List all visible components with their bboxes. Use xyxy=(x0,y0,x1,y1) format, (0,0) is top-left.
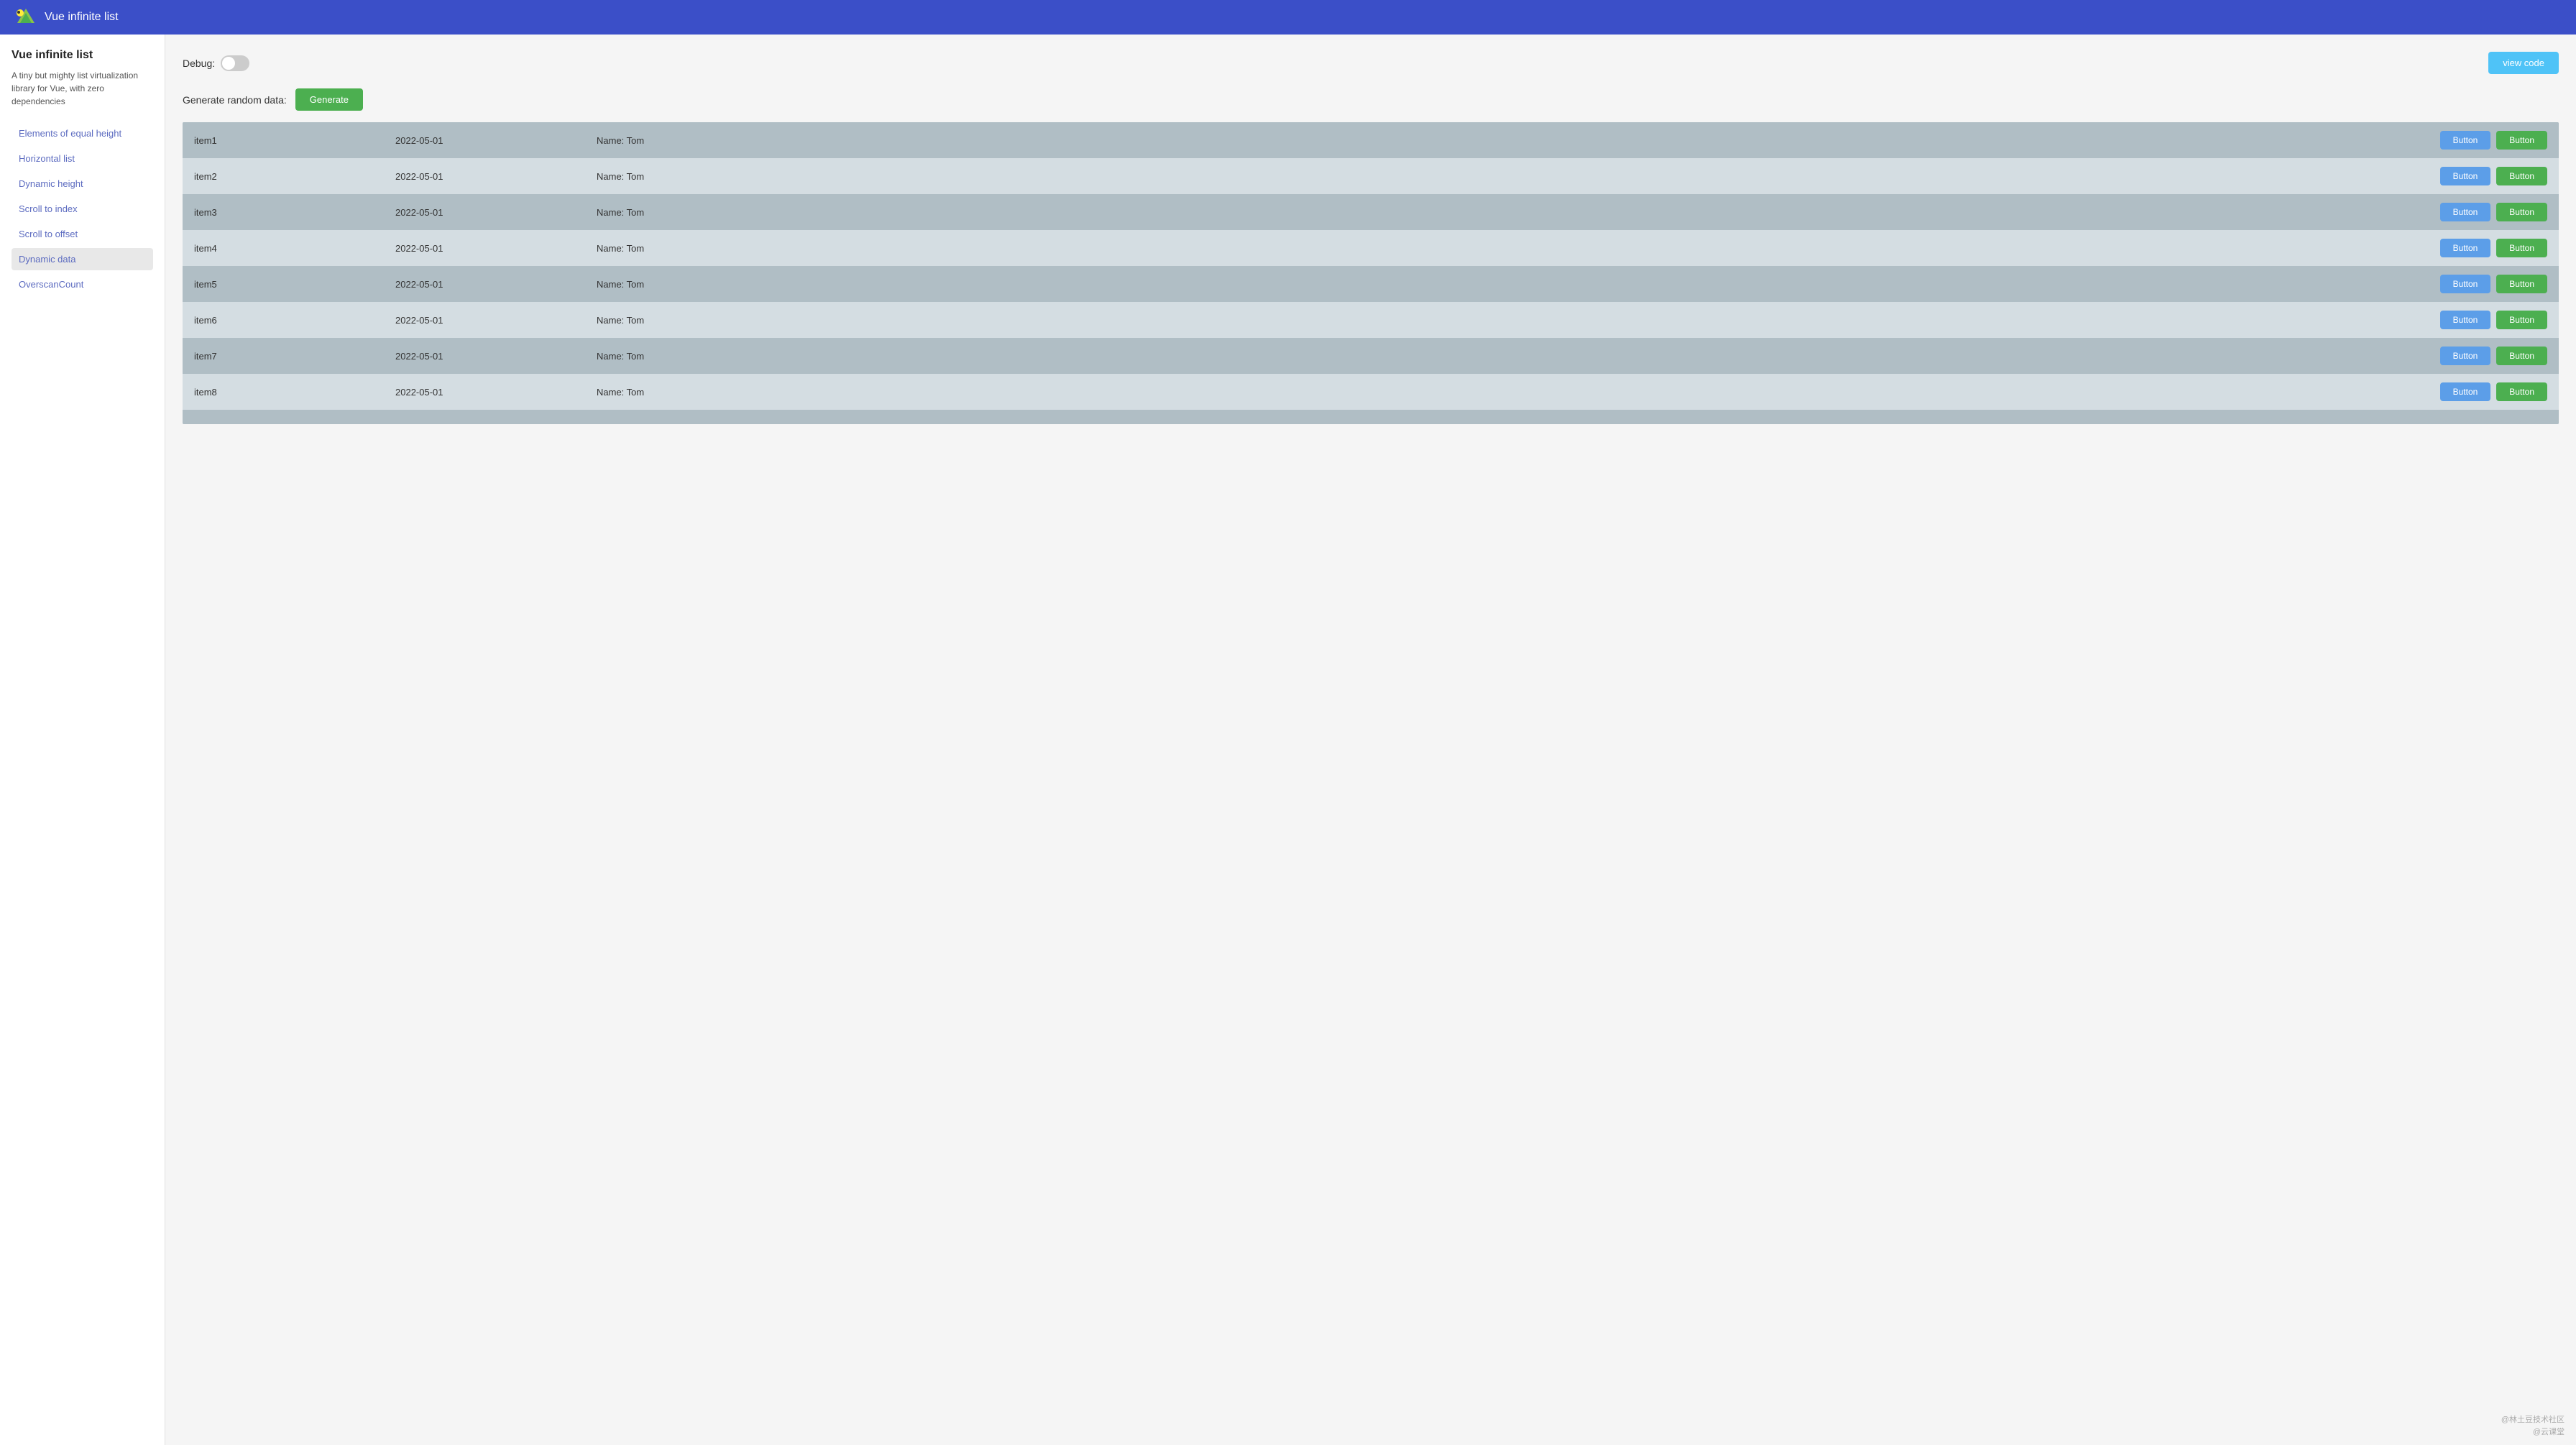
cell-item-label: Name: Tom xyxy=(597,171,2404,182)
logo-icon xyxy=(14,6,37,29)
row-button-green[interactable]: Button xyxy=(2496,311,2547,329)
sidebar-nav: Elements of equal height Horizontal list D… xyxy=(12,122,153,295)
row-button-blue[interactable]: Button xyxy=(2440,167,2491,185)
row-button-green[interactable]: Button xyxy=(2496,275,2547,293)
cell-item-date: 2022-05-01 xyxy=(395,387,597,398)
list-row: item5 2022-05-01 Name: Tom Button Button xyxy=(183,266,2559,302)
list-row: item4 2022-05-01 Name: Tom Button Button xyxy=(183,230,2559,266)
row-button-green[interactable]: Button xyxy=(2496,203,2547,221)
row-button-green[interactable]: Button xyxy=(2496,167,2547,185)
generate-row: Generate random data: Generate xyxy=(183,88,2559,111)
cell-item-label: Name: Tom xyxy=(597,135,2404,146)
cell-item-buttons: Button Button xyxy=(2404,167,2547,185)
debug-row: Debug: view code xyxy=(183,52,2559,74)
sidebar-item-overscan-count[interactable]: OverscanCount xyxy=(12,273,153,295)
cell-item-date: 2022-05-01 xyxy=(395,315,597,326)
cell-item-buttons: Button Button xyxy=(2404,311,2547,329)
cell-item-date: 2022-05-01 xyxy=(395,279,597,290)
row-button-blue[interactable]: Button xyxy=(2440,203,2491,221)
row-button-blue[interactable]: Button xyxy=(2440,347,2491,365)
list-row: item7 2022-05-01 Name: Tom Button Button xyxy=(183,338,2559,374)
sidebar-item-dynamic-height[interactable]: Dynamic height xyxy=(12,173,153,195)
cell-item-name: item5 xyxy=(194,279,395,290)
cell-item-buttons: Button Button xyxy=(2404,239,2547,257)
generate-label: Generate random data: xyxy=(183,94,287,106)
debug-toggle[interactable] xyxy=(221,55,249,71)
row-button-green[interactable]: Button xyxy=(2496,382,2547,401)
row-button-blue[interactable]: Button xyxy=(2440,311,2491,329)
sidebar: Vue infinite list A tiny but mighty list… xyxy=(0,35,165,1445)
list-row: item2 2022-05-01 Name: Tom Button Button xyxy=(183,158,2559,194)
row-button-green[interactable]: Button xyxy=(2496,347,2547,365)
main-content: Debug: view code Generate random data: G… xyxy=(165,35,2576,1445)
list-row: item3 2022-05-01 Name: Tom Button Button xyxy=(183,194,2559,230)
cell-item-name: item8 xyxy=(194,387,395,398)
topbar-title: Vue infinite list xyxy=(45,11,119,24)
footer: @林土豆技术社区 @云课堂 xyxy=(2501,1414,2564,1439)
cell-item-date: 2022-05-01 xyxy=(395,351,597,362)
row-button-blue[interactable]: Button xyxy=(2440,239,2491,257)
cell-item-buttons: Button Button xyxy=(2404,275,2547,293)
cell-item-date: 2022-05-01 xyxy=(395,207,597,218)
cell-item-buttons: Button Button xyxy=(2404,382,2547,401)
sidebar-item-scroll-to-index[interactable]: Scroll to index xyxy=(12,198,153,220)
cell-item-label: Name: Tom xyxy=(597,207,2404,218)
cell-item-name: item1 xyxy=(194,135,395,146)
cell-item-label: Name: Tom xyxy=(597,243,2404,254)
cell-item-name: item6 xyxy=(194,315,395,326)
sidebar-heading: Vue infinite list xyxy=(12,49,153,62)
debug-text: Debug: xyxy=(183,58,215,69)
cell-item-buttons: Button Button xyxy=(2404,203,2547,221)
cell-item-buttons: Button Button xyxy=(2404,131,2547,150)
debug-label: Debug: xyxy=(183,55,249,71)
top-bar: Vue infinite list xyxy=(0,0,2576,35)
view-code-button[interactable]: view code xyxy=(2488,52,2559,74)
list-row: item8 2022-05-01 Name: Tom Button Button xyxy=(183,374,2559,410)
cell-item-date: 2022-05-01 xyxy=(395,243,597,254)
row-button-blue[interactable]: Button xyxy=(2440,382,2491,401)
list-row: item6 2022-05-01 Name: Tom Button Button xyxy=(183,302,2559,338)
cell-item-label: Name: Tom xyxy=(597,279,2404,290)
cell-item-name: item3 xyxy=(194,207,395,218)
sidebar-item-dynamic-data[interactable]: Dynamic data xyxy=(12,248,153,270)
sidebar-item-scroll-to-offset[interactable]: Scroll to offset xyxy=(12,223,153,245)
list-partial-row xyxy=(183,410,2559,424)
cell-item-label: Name: Tom xyxy=(597,351,2404,362)
row-button-blue[interactable]: Button xyxy=(2440,275,2491,293)
cell-item-date: 2022-05-01 xyxy=(395,171,597,182)
list-row: item1 2022-05-01 Name: Tom Button Button xyxy=(183,122,2559,158)
row-button-blue[interactable]: Button xyxy=(2440,131,2491,150)
list-container: item1 2022-05-01 Name: Tom Button Button… xyxy=(183,122,2559,424)
footer-line2: @云课堂 xyxy=(2501,1426,2564,1439)
cell-item-name: item7 xyxy=(194,351,395,362)
row-button-green[interactable]: Button xyxy=(2496,239,2547,257)
row-button-green[interactable]: Button xyxy=(2496,131,2547,150)
cell-item-label: Name: Tom xyxy=(597,387,2404,398)
cell-item-label: Name: Tom xyxy=(597,315,2404,326)
cell-item-date: 2022-05-01 xyxy=(395,135,597,146)
cell-item-name: item4 xyxy=(194,243,395,254)
footer-line1: @林土豆技术社区 xyxy=(2501,1414,2564,1427)
sidebar-item-elements-equal-height[interactable]: Elements of equal height xyxy=(12,122,153,144)
generate-button[interactable]: Generate xyxy=(295,88,363,111)
toggle-slider xyxy=(221,55,249,71)
sidebar-desc: A tiny but mighty list virtualization li… xyxy=(12,69,153,108)
layout: Vue infinite list A tiny but mighty list… xyxy=(0,35,2576,1445)
cell-item-name: item2 xyxy=(194,171,395,182)
sidebar-item-horizontal-list[interactable]: Horizontal list xyxy=(12,147,153,170)
cell-item-buttons: Button Button xyxy=(2404,347,2547,365)
